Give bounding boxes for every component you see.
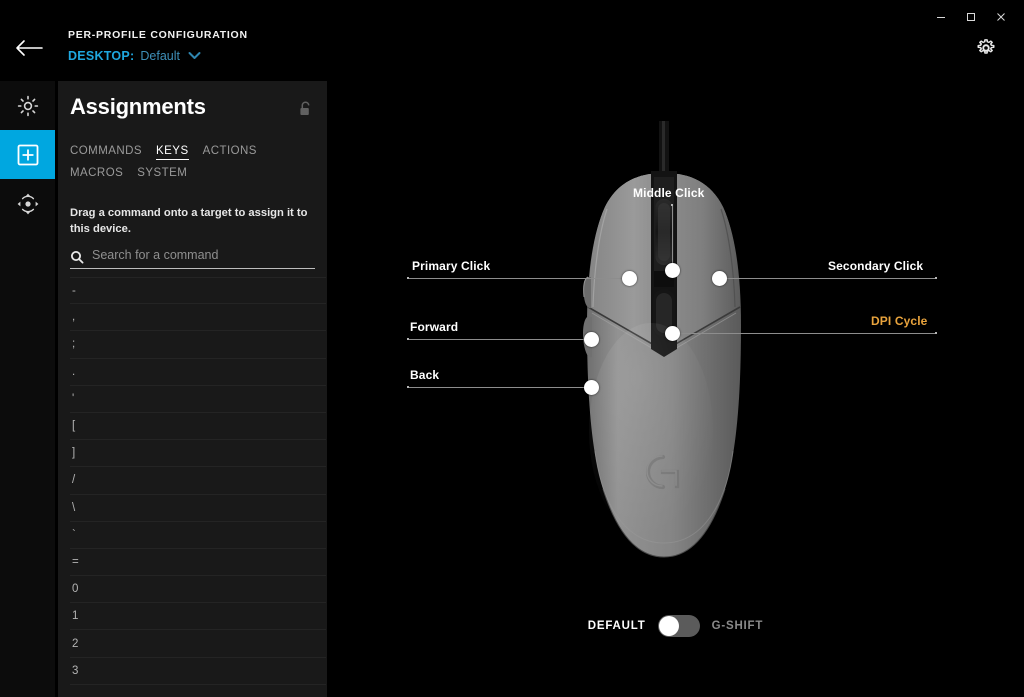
command-list-item[interactable]: [ — [70, 413, 326, 440]
callout-label-back[interactable]: Back — [410, 368, 439, 382]
command-list-item[interactable]: , — [70, 304, 326, 331]
assignment-tabs-row-2: MACROS SYSTEM — [70, 167, 320, 182]
page-title: Assignments — [70, 94, 206, 120]
top-bar: PER-PROFILE CONFIGURATION DESKTOP: Defau… — [0, 0, 1024, 81]
unlock-icon[interactable] — [298, 100, 313, 123]
callout-leader-forward — [409, 339, 595, 340]
callout-leader-primary-click — [409, 278, 635, 279]
command-list-item[interactable]: ] — [70, 440, 326, 467]
assignment-tabs: COMMANDS KEYS ACTIONS MACROS SYSTEM — [70, 145, 320, 189]
callout-label-primary-click[interactable]: Primary Click — [412, 259, 490, 273]
tab-macros[interactable]: MACROS — [70, 167, 123, 182]
assignment-tabs-row-1: COMMANDS KEYS ACTIONS — [70, 145, 320, 160]
assign-target-secondary-click[interactable] — [712, 271, 727, 286]
callout-label-forward[interactable]: Forward — [410, 320, 458, 334]
command-list-item[interactable]: ' — [70, 386, 326, 413]
callout-leader-secondary-click — [717, 278, 936, 279]
profile-name: Default — [140, 49, 180, 63]
tab-commands[interactable]: COMMANDS — [70, 145, 142, 160]
mode-label-gshift[interactable]: G-SHIFT — [712, 620, 764, 632]
callout-anchor-back — [407, 386, 409, 388]
device-feature-rail — [0, 81, 55, 697]
command-list-item[interactable]: ; — [70, 331, 326, 358]
command-list-item[interactable]: = — [70, 549, 326, 576]
tab-actions[interactable]: ACTIONS — [203, 145, 257, 160]
sidebar-item-assignments[interactable] — [0, 130, 55, 179]
device-stage: Middle Click Primary Click Secondary Cli… — [327, 81, 1024, 697]
command-list-item[interactable]: - — [70, 277, 326, 304]
command-list-item[interactable]: . — [70, 359, 326, 386]
assignments-panel: Assignments COMMANDS KEYS ACTIONS MACROS… — [58, 81, 327, 697]
profile-kicker: PER-PROFILE CONFIGURATION — [68, 29, 248, 41]
callout-anchor-middle-click — [671, 204, 673, 206]
minimize-icon[interactable] — [926, 6, 956, 28]
mode-label-default[interactable]: DEFAULT — [588, 620, 646, 632]
assign-target-primary-click[interactable] — [622, 271, 637, 286]
command-list-item[interactable]: 0 — [70, 576, 326, 603]
sidebar-item-sensitivity[interactable] — [0, 179, 55, 228]
assign-target-middle-click[interactable] — [665, 263, 680, 278]
callout-leader-dpi-cycle — [675, 333, 936, 334]
callout-anchor-primary-click — [407, 277, 409, 279]
app-window: PER-PROFILE CONFIGURATION DESKTOP: Defau… — [0, 0, 1024, 697]
callout-leader-back — [409, 387, 595, 388]
gshift-toggle-switch[interactable] — [658, 615, 700, 637]
command-list-item[interactable]: / — [70, 467, 326, 494]
command-list[interactable]: -,;.'[]/\`=0123 — [70, 277, 326, 697]
assign-target-dpi-cycle[interactable] — [665, 326, 680, 341]
chevron-down-icon[interactable] — [188, 47, 201, 65]
callout-label-middle-click[interactable]: Middle Click — [633, 186, 704, 200]
profile-selector[interactable]: DESKTOP: Default — [68, 47, 248, 65]
command-list-item[interactable]: 3 — [70, 658, 326, 685]
window-controls — [926, 6, 1016, 28]
search-input[interactable] — [92, 248, 315, 265]
callout-label-secondary-click[interactable]: Secondary Click — [828, 259, 923, 273]
mode-toggle: DEFAULT G-SHIFT — [327, 615, 1024, 637]
profile-header: PER-PROFILE CONFIGURATION DESKTOP: Defau… — [68, 29, 248, 65]
callout-anchor-dpi-cycle — [935, 332, 937, 334]
search-icon — [70, 250, 84, 264]
sidebar-item-lighting[interactable] — [0, 81, 55, 130]
command-list-item[interactable]: 2 — [70, 630, 326, 657]
close-icon[interactable] — [986, 6, 1016, 28]
toggle-knob — [659, 616, 679, 636]
callout-anchor-secondary-click — [935, 277, 937, 279]
tab-system[interactable]: SYSTEM — [137, 167, 187, 182]
profile-scope: DESKTOP: — [68, 49, 134, 63]
assign-target-back[interactable] — [584, 380, 599, 395]
callout-label-dpi-cycle[interactable]: DPI Cycle — [871, 314, 927, 328]
search-box — [70, 245, 315, 269]
mouse-diagram: Middle Click Primary Click Secondary Cli… — [327, 81, 1024, 697]
maximize-icon[interactable] — [956, 6, 986, 28]
assign-target-forward[interactable] — [584, 332, 599, 347]
command-list-item[interactable]: ` — [70, 522, 326, 549]
command-list-item[interactable]: 1 — [70, 603, 326, 630]
drag-hint-text: Drag a command onto a target to assign i… — [70, 205, 313, 237]
callout-anchor-forward — [407, 338, 409, 340]
tab-keys[interactable]: KEYS — [156, 145, 189, 160]
gear-icon[interactable] — [974, 36, 998, 60]
command-list-item[interactable]: \ — [70, 495, 326, 522]
back-arrow-icon[interactable] — [12, 36, 46, 60]
